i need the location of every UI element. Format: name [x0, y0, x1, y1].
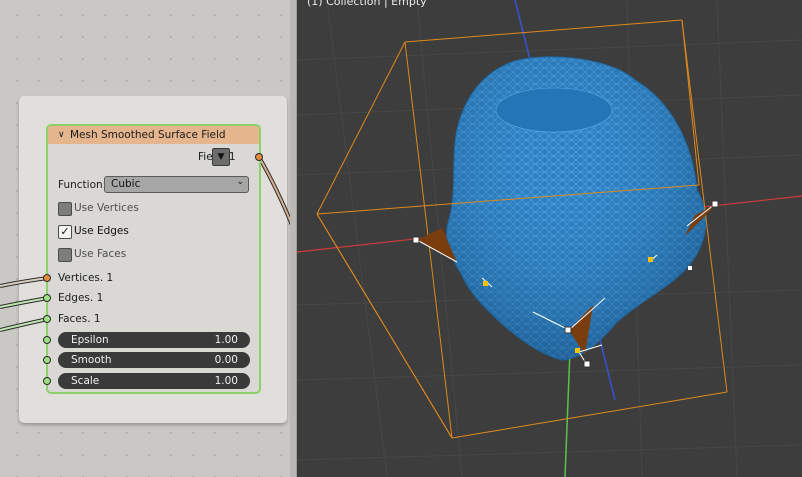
- scale-field[interactable]: Scale 1.00: [58, 373, 250, 389]
- viewport-collection-label: (1) Collection | Empty: [307, 0, 427, 8]
- area-divider[interactable]: [290, 0, 297, 477]
- epsilon-label: Epsilon: [71, 334, 109, 346]
- function-select[interactable]: Cubic ⌄: [104, 176, 249, 193]
- 3d-viewport[interactable]: (1) Collection | Empty: [297, 0, 802, 477]
- node-title: Mesh Smoothed Surface Field: [70, 129, 226, 141]
- link-vertices-inner: [0, 277, 49, 287]
- triangle-down-icon[interactable]: ▼: [212, 148, 230, 166]
- vertex-point: [688, 266, 692, 270]
- checkmark-icon: ✓: [60, 225, 70, 238]
- input-socket-vertices[interactable]: [43, 274, 51, 282]
- smooth-field[interactable]: Smooth 0.00: [58, 352, 250, 368]
- input-socket-smooth[interactable]: [43, 356, 51, 364]
- vertex-point: [412, 236, 420, 244]
- vertex-point: [575, 348, 580, 353]
- link-faces-inner: [0, 318, 49, 331]
- use-faces-checkbox[interactable]: [58, 248, 72, 262]
- link-edges-inner: [0, 297, 49, 308]
- node-header[interactable]: ∨ Mesh Smoothed Surface Field: [48, 126, 259, 144]
- input-faces-label: Faces. 1: [58, 313, 101, 325]
- input-socket-edges[interactable]: [43, 294, 51, 302]
- epsilon-value: 1.00: [214, 334, 238, 346]
- use-edges-label: Use Edges: [74, 225, 129, 237]
- mesh-top-dip: [495, 87, 613, 133]
- use-vertices-label: Use Vertices: [74, 202, 139, 214]
- smooth-label: Smooth: [71, 354, 112, 366]
- vertex-point: [483, 281, 488, 286]
- use-faces-label: Use Faces: [74, 248, 127, 260]
- function-label: Function:: [58, 179, 107, 191]
- chevron-down-icon[interactable]: ∨: [58, 126, 65, 144]
- epsilon-field[interactable]: Epsilon 1.00: [58, 332, 250, 348]
- vertex-point: [583, 360, 591, 368]
- chevron-down-icon: ⌄: [236, 177, 244, 187]
- scale-value: 1.00: [214, 375, 238, 387]
- input-socket-faces[interactable]: [43, 315, 51, 323]
- vertex-point: [564, 326, 572, 334]
- vertex-point: [648, 257, 653, 262]
- y-axis-line: [564, 349, 571, 477]
- input-edges-label: Edges. 1: [58, 292, 104, 304]
- vertex-point: [711, 200, 719, 208]
- use-vertices-checkbox[interactable]: [58, 202, 72, 216]
- input-vertices-label: Vertices. 1: [58, 272, 114, 284]
- input-socket-scale[interactable]: [43, 377, 51, 385]
- function-value: Cubic: [111, 178, 141, 190]
- output-socket-field[interactable]: [255, 153, 263, 161]
- smooth-value: 0.00: [214, 354, 238, 366]
- input-socket-epsilon[interactable]: [43, 336, 51, 344]
- use-edges-checkbox[interactable]: ✓: [58, 225, 72, 239]
- viewport-scene: [297, 0, 802, 477]
- scale-label: Scale: [71, 375, 100, 387]
